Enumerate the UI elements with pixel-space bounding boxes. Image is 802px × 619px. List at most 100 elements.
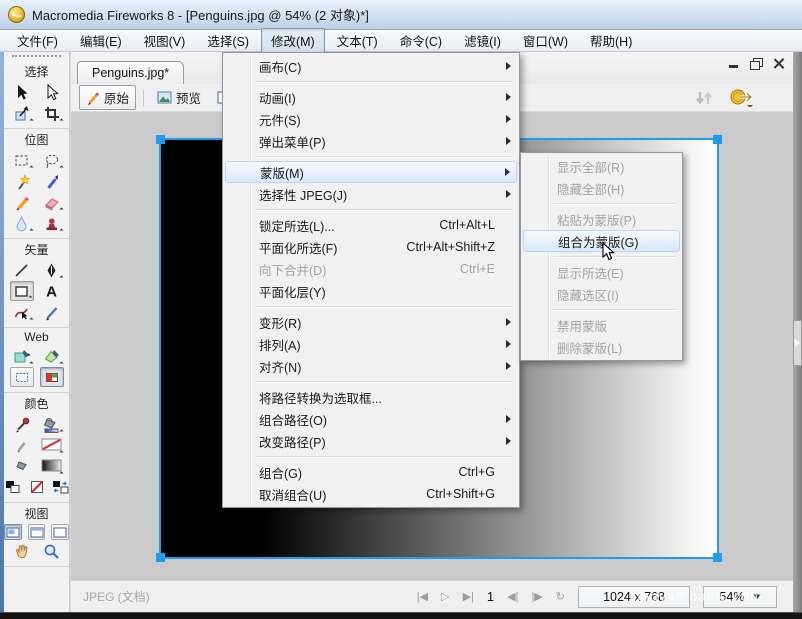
scale-tool[interactable] — [10, 103, 34, 123]
menu-item-animation[interactable]: 动画(I) — [225, 86, 517, 108]
menu-filters[interactable]: 滤镜(I) — [454, 28, 511, 54]
menu-item-ungroup[interactable]: 取消组合(U)Ctrl+Shift+G — [225, 483, 517, 505]
zoom-level-dropdown[interactable]: 54% — [703, 586, 777, 608]
submenu-item-paste-as-mask: 粘贴为蒙版(P) — [523, 208, 680, 230]
slice-tool[interactable] — [10, 346, 34, 366]
canvas-size-box[interactable]: 1024 x 768 — [578, 586, 690, 608]
next-frame-button[interactable]: |▶ — [531, 590, 542, 603]
hide-hotspots-button[interactable] — [10, 367, 34, 387]
subselection-tool[interactable] — [40, 82, 64, 102]
full-screen-menus-mode-button[interactable] — [28, 524, 46, 540]
default-colors-button[interactable] — [4, 477, 22, 497]
document-tab[interactable]: Penguins.jpg* — [77, 61, 184, 84]
tools-section-web: Web — [4, 328, 69, 393]
menu-item-popup-menu[interactable]: 弹出菜单(P) — [225, 130, 517, 152]
preview-view-button[interactable]: 预览 — [151, 86, 207, 109]
fill-color-bucket-icon[interactable] — [10, 456, 34, 476]
selection-handle-bottom-left[interactable] — [156, 553, 165, 562]
stroke-color-well[interactable] — [40, 435, 64, 455]
play-button[interactable]: ▷ — [441, 590, 449, 603]
section-title: 选择 — [4, 63, 69, 80]
menu-item-convert-path-to-marquee[interactable]: 将路径转换为选取框... — [225, 386, 517, 408]
menu-file[interactable]: 文件(F) — [7, 28, 68, 54]
standard-screen-mode-button[interactable] — [4, 524, 22, 540]
lasso-tool[interactable] — [40, 150, 64, 170]
magic-wand-tool[interactable] — [10, 171, 34, 191]
loop-button[interactable]: ↻ — [556, 590, 565, 603]
panel-dock-expand-grip[interactable] — [793, 320, 802, 366]
selection-handle-top-right[interactable] — [713, 135, 722, 144]
eraser-tool[interactable] — [40, 192, 64, 212]
first-frame-button[interactable]: |◀ — [417, 590, 428, 603]
brush-tool[interactable] — [40, 171, 64, 191]
tools-section-colors: 颜色 — [4, 393, 69, 503]
pencil-icon — [86, 91, 100, 105]
document-type-label: JPEG (文档) — [83, 588, 150, 605]
rectangle-tool[interactable] — [10, 281, 34, 301]
menu-item-combine-paths[interactable]: 组合路径(O) — [225, 408, 517, 430]
fill-color-well[interactable] — [40, 456, 64, 476]
zoom-tool[interactable] — [40, 541, 64, 561]
crop-tool[interactable] — [40, 103, 64, 123]
tools-panel: 选择 — [4, 52, 70, 612]
paint-bucket-tool[interactable] — [40, 414, 64, 434]
menu-item-align[interactable]: 对齐(N) — [225, 355, 517, 377]
menu-item-flatten-selection[interactable]: 平面化所选(F)Ctrl+Alt+Shift+Z — [225, 236, 517, 258]
knife-tool[interactable] — [40, 302, 64, 322]
original-view-button[interactable]: 原始 — [79, 85, 136, 110]
doc-restore-button[interactable] — [750, 58, 763, 69]
hand-tool[interactable] — [10, 541, 34, 561]
menu-help[interactable]: 帮助(H) — [580, 28, 642, 54]
menu-item-group[interactable]: 组合(G)Ctrl+G — [225, 461, 517, 483]
pencil-tool[interactable] — [10, 192, 34, 212]
menu-separator — [255, 377, 517, 386]
menu-item-transform[interactable]: 变形(R) — [225, 311, 517, 333]
menu-text[interactable]: 文本(T) — [327, 28, 388, 54]
section-title: 视图 — [4, 505, 69, 522]
menu-select[interactable]: 选择(S) — [197, 28, 259, 54]
doc-minimize-button[interactable] — [728, 58, 741, 69]
quick-export-button[interactable] — [729, 89, 755, 107]
menu-item-selective-jpeg[interactable]: 选择性 JPEG(J) — [225, 183, 517, 205]
pointer-tool[interactable] — [10, 82, 34, 102]
text-tool[interactable]: A — [40, 281, 64, 301]
blur-tool[interactable] — [10, 213, 34, 233]
menu-item-arrange[interactable]: 排列(A) — [225, 333, 517, 355]
swap-colors-button[interactable] — [51, 477, 69, 497]
menu-item-flatten-layers[interactable]: 平面化层(Y) — [225, 280, 517, 302]
menu-edit[interactable]: 编辑(E) — [70, 28, 132, 54]
eyedropper-tool[interactable] — [10, 414, 34, 434]
previous-frame-button[interactable]: ◀| — [507, 590, 518, 603]
menu-view[interactable]: 视图(V) — [134, 28, 196, 54]
sort-arrows-icon[interactable] — [693, 90, 715, 106]
menu-window[interactable]: 窗口(W) — [513, 28, 578, 54]
menu-item-lock-selection[interactable]: 锁定所选(L)...Ctrl+Alt+L — [225, 214, 517, 236]
rubber-stamp-tool[interactable] — [40, 213, 64, 233]
line-tool[interactable] — [10, 260, 34, 280]
tools-section-view: 视图 — [4, 503, 69, 567]
pen-tool[interactable] — [40, 260, 64, 280]
menu-item-canvas[interactable]: 画布(C) — [225, 55, 517, 77]
menu-item-symbol[interactable]: 元件(S) — [225, 108, 517, 130]
menu-modify[interactable]: 修改(M) — [261, 28, 325, 54]
last-frame-button[interactable]: ▶| — [463, 590, 474, 603]
panel-grip[interactable] — [12, 55, 61, 59]
menu-commands[interactable]: 命令(C) — [390, 28, 452, 54]
svg-text:A: A — [46, 283, 57, 300]
selection-handle-top-left[interactable] — [156, 135, 165, 144]
frame-number: 1 — [487, 589, 494, 604]
freeform-tool[interactable] — [10, 302, 34, 322]
menu-item-alter-path[interactable]: 改变路径(P) — [225, 430, 517, 452]
no-color-button[interactable] — [28, 477, 46, 497]
show-hotspots-button[interactable] — [40, 367, 64, 387]
zoom-level-value: 54% — [719, 590, 744, 604]
doc-close-button[interactable] — [772, 58, 785, 69]
marquee-tool[interactable] — [10, 150, 34, 170]
menu-item-mask[interactable]: 蒙版(M) — [225, 161, 517, 183]
full-screen-mode-button[interactable] — [51, 524, 69, 540]
image-icon — [157, 91, 172, 104]
polygon-slice-tool[interactable] — [40, 346, 64, 366]
selection-handle-bottom-right[interactable] — [713, 553, 722, 562]
submenu-item-reveal-all: 显示全部(R) — [523, 155, 680, 177]
stroke-color-pencil-icon[interactable] — [10, 435, 34, 455]
